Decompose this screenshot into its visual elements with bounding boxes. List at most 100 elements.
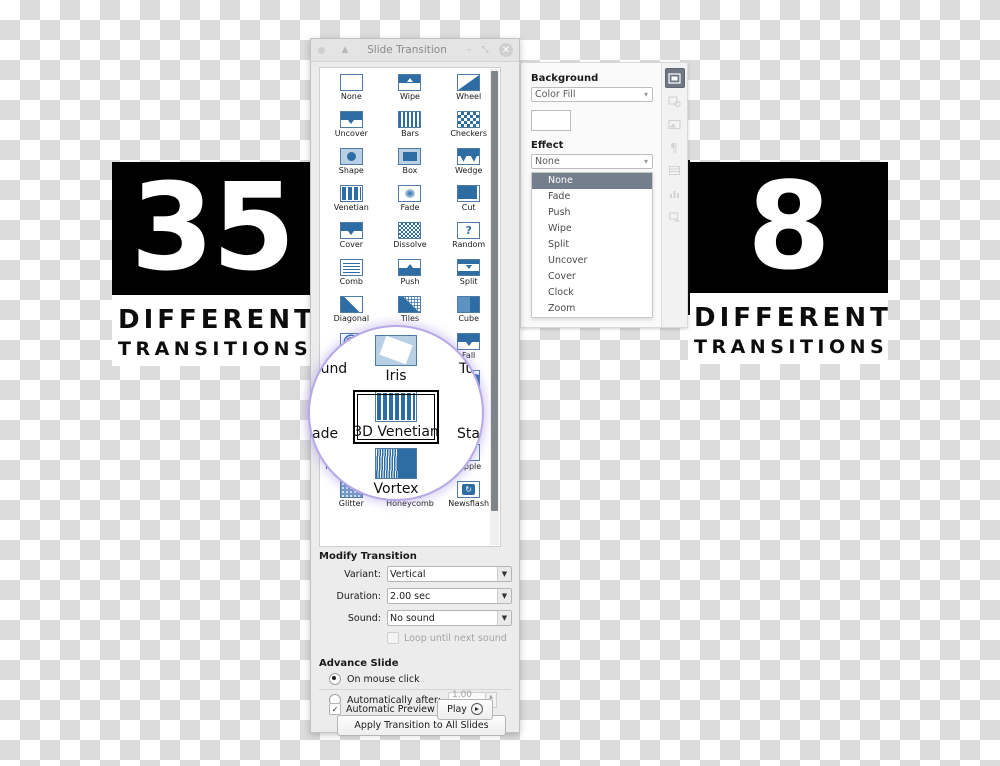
transition-list-scrollbar[interactable]: [490, 69, 499, 545]
transition-label: Cube: [458, 314, 479, 323]
box-icon: [398, 148, 422, 165]
variant-row: Variant: Vertical ▼: [319, 566, 512, 582]
play-label: Play: [447, 703, 467, 715]
deck-tab-image[interactable]: [665, 114, 685, 134]
media-icon: [669, 212, 680, 221]
effect-dropdown-list[interactable]: None Fade Push Wipe Split Uncover Cover Clock Zo…: [531, 172, 653, 318]
background-color-swatch[interactable]: [531, 110, 571, 131]
none-icon: [339, 74, 363, 91]
window-menu-dot-icon[interactable]: [318, 46, 325, 54]
close-button[interactable]: ✕: [499, 43, 513, 57]
on-mouse-click-radio[interactable]: [329, 673, 341, 685]
duration-row: Duration: 2.00 sec ▼: [319, 588, 512, 604]
effect-select[interactable]: None ▾: [531, 154, 653, 169]
effect-option-uncover[interactable]: Uncover: [532, 253, 652, 269]
deck-tab-shapes[interactable]: [665, 91, 685, 111]
chevron-down-icon[interactable]: ▼: [497, 567, 511, 581]
svg-text:¶: ¶: [670, 141, 678, 154]
effect-option-none[interactable]: None: [532, 173, 652, 189]
magnified-cell-vortex[interactable]: Vortex: [354, 448, 438, 497]
effect-option-cover[interactable]: Cover: [532, 269, 652, 285]
variant-label: Variant:: [344, 568, 381, 580]
transition-cell-shape[interactable]: Shape: [322, 146, 381, 183]
window-bottom-bar: ✓ Automatic Preview Play: [319, 689, 511, 722]
image-icon: [668, 119, 681, 129]
effect-option-clock[interactable]: Clock: [532, 285, 652, 301]
loop-checkbox[interactable]: [387, 632, 399, 644]
transition-cell-box[interactable]: Box: [381, 146, 440, 183]
selected-transition-highlight: [353, 390, 439, 444]
loop-until-next-sound-row[interactable]: Loop until next sound: [387, 632, 512, 644]
collapse-icon[interactable]: ▲: [337, 42, 353, 58]
magnified-label-stairs-partial: Sta: [457, 426, 480, 442]
automatic-preview-checkbox[interactable]: ✓: [329, 703, 341, 715]
chevron-down-icon[interactable]: ▼: [497, 589, 511, 603]
wipe-icon: [398, 74, 422, 91]
transition-cell-comb[interactable]: Comb: [322, 257, 381, 294]
transition-cell-fade[interactable]: Fade: [381, 183, 440, 220]
on-mouse-click-row[interactable]: On mouse click: [329, 673, 512, 685]
banner-left-number: 35: [130, 158, 296, 298]
tiles-icon: [398, 296, 422, 313]
wedge-icon: [457, 148, 481, 165]
chevron-down-icon[interactable]: ▼: [497, 611, 511, 625]
sound-select[interactable]: No sound ▼: [387, 610, 512, 626]
transition-cell-push[interactable]: Push: [381, 257, 440, 294]
effect-option-zoom[interactable]: Zoom: [532, 301, 652, 317]
transition-label: Bars: [401, 129, 419, 138]
iris-icon: [375, 335, 417, 366]
effect-option-split[interactable]: Split: [532, 237, 652, 253]
transition-cell-uncover[interactable]: Uncover: [322, 109, 381, 146]
background-fill-value: Color Fill: [535, 89, 576, 100]
sound-label: Sound:: [347, 612, 381, 624]
deck-tab-table[interactable]: [665, 160, 685, 180]
effect-option-push[interactable]: Push: [532, 205, 652, 221]
magnified-label-around-partial: ound: [312, 361, 348, 377]
deck-tab-chart[interactable]: [665, 183, 685, 203]
play-button[interactable]: Play: [437, 698, 493, 720]
magnified-cell-iris[interactable]: Iris: [354, 335, 438, 384]
effect-option-fade[interactable]: Fade: [532, 189, 652, 205]
transition-cell-bars[interactable]: Bars: [381, 109, 440, 146]
transition-label: Random: [452, 240, 486, 249]
transition-cell-dissolve[interactable]: Dissolve: [381, 220, 440, 257]
transition-label: Wheel: [456, 92, 482, 101]
transition-label: Diagonal: [333, 314, 370, 323]
deck-tab-media[interactable]: [665, 206, 685, 226]
transition-label: Uncover: [334, 129, 368, 138]
transition-cell-venetian[interactable]: Venetian: [322, 183, 381, 220]
transition-label: Fade: [400, 203, 420, 212]
transition-cell-diagonal[interactable]: Diagonal: [322, 294, 381, 331]
effect-option-wipe[interactable]: Wipe: [532, 221, 652, 237]
transition-cell-none[interactable]: None: [322, 72, 381, 109]
scrollbar-thumb[interactable]: [491, 71, 498, 511]
chevron-down-icon: ▾: [643, 157, 648, 166]
minimize-button[interactable]: –: [461, 42, 477, 58]
shapes-icon: [668, 95, 681, 107]
window-title: Slide Transition: [367, 44, 447, 56]
transition-label: Push: [400, 277, 420, 286]
deck-tab-slide-properties[interactable]: [664, 68, 685, 88]
transition-label: Venetian: [333, 203, 369, 212]
deck-tab-paragraph[interactable]: ¶: [665, 137, 685, 157]
restore-button[interactable]: ⤡: [477, 42, 493, 58]
transition-cell-cover[interactable]: Cover: [322, 220, 381, 257]
magnified-label-turn-partial: Tur: [458, 361, 480, 377]
background-fill-select[interactable]: Color Fill ▾: [531, 87, 653, 102]
duration-label: Duration:: [336, 590, 381, 602]
selection-inner-border: [357, 394, 435, 440]
sidebar-deck-tabs: ¶: [661, 63, 687, 327]
window-titlebar[interactable]: ▲ Slide Transition – ⤡ ✕: [311, 39, 519, 62]
chevron-down-icon: ▾: [643, 90, 648, 99]
magnified-label-fade-partial: ade: [312, 426, 339, 442]
banner-right: 8 DIFFERENT TRANSITIONS: [688, 162, 888, 364]
advance-slide-title: Advance Slide: [319, 658, 399, 669]
transition-label: Glitter: [338, 499, 364, 508]
transition-cell-wipe[interactable]: Wipe: [381, 72, 440, 109]
duration-input[interactable]: 2.00 sec ▼: [387, 588, 512, 604]
variant-select[interactable]: Vertical ▼: [387, 566, 512, 582]
transition-label: Cover: [339, 240, 364, 249]
shape-icon: [339, 148, 363, 165]
split-icon: [457, 259, 481, 276]
effect-value: None: [535, 156, 560, 167]
